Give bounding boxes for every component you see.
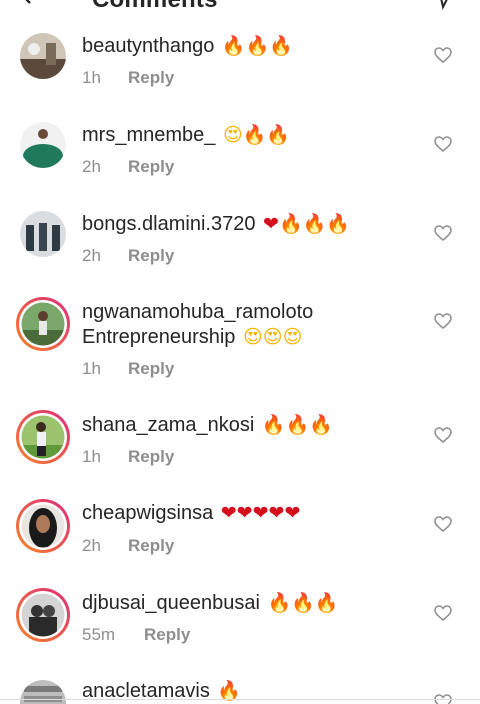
- avatar[interactable]: [15, 296, 71, 352]
- reply-button[interactable]: Reply: [128, 68, 174, 88]
- avatar[interactable]: [20, 33, 66, 79]
- comment-row: mrs_mnembe_ 😍🔥🔥 2h Reply: [0, 119, 480, 199]
- fire-emoji: 🔥🔥🔥: [261, 414, 333, 436]
- comment-time: 2h: [82, 157, 101, 176]
- fire-emoji: 🔥🔥🔥: [267, 592, 339, 614]
- heart-icon[interactable]: [434, 516, 452, 532]
- comment-row: djbusai_queenbusai 🔥🔥🔥 55m Reply: [0, 585, 480, 665]
- reply-button[interactable]: Reply: [144, 625, 190, 645]
- heart-icon[interactable]: [434, 427, 452, 443]
- comment-text: Entrepreneurship 😍😍😍: [82, 326, 303, 348]
- avatar[interactable]: [20, 122, 66, 168]
- emoji-reaction: 😍😍😍: [243, 326, 303, 348]
- comment-username[interactable]: djbusai_queenbusai 🔥🔥🔥: [82, 591, 338, 615]
- heart-icon[interactable]: [434, 313, 452, 329]
- reply-button[interactable]: Reply: [128, 536, 174, 556]
- back-arrow-icon[interactable]: [18, 0, 36, 4]
- comment-time: 1h: [82, 359, 101, 378]
- comment-username[interactable]: beautynthango 🔥🔥🔥: [82, 34, 293, 58]
- heart-icon[interactable]: [434, 225, 452, 241]
- comment-time: 2h: [82, 246, 101, 265]
- avatar[interactable]: [20, 680, 66, 704]
- comment-time: 2h: [82, 536, 101, 555]
- reply-button[interactable]: Reply: [128, 359, 174, 379]
- page-title: Comments: [92, 0, 218, 12]
- comment-time: 55m: [82, 625, 116, 644]
- comment-row: cheapwigsinsa ❤❤❤❤❤ 2h Reply: [0, 496, 480, 576]
- comment-row: shana_zama_nkosi 🔥🔥🔥 1h Reply: [0, 407, 480, 487]
- emoji-reaction: ❤🔥🔥🔥: [263, 213, 350, 235]
- fire-emoji: 🔥🔥🔥: [221, 35, 293, 57]
- heart-icon[interactable]: [434, 605, 452, 621]
- comment-time: 1h: [82, 68, 101, 87]
- comment-username[interactable]: cheapwigsinsa ❤❤❤❤❤: [82, 502, 300, 525]
- heart-emoji: ❤❤❤❤❤: [220, 502, 301, 524]
- comment-row: ngwanamohuba_ramoloto Entrepreneurship 😍…: [0, 293, 480, 401]
- reply-button[interactable]: Reply: [128, 447, 174, 467]
- comment-username[interactable]: shana_zama_nkosi 🔥🔥🔥: [82, 413, 333, 437]
- heart-icon[interactable]: [434, 47, 452, 63]
- comments-header: Comments: [0, 0, 480, 12]
- comment-time: 1h: [82, 447, 101, 466]
- reply-button[interactable]: Reply: [128, 157, 174, 177]
- heart-icon[interactable]: [434, 136, 452, 152]
- avatar[interactable]: [15, 409, 71, 465]
- comment-username[interactable]: bongs.dlamini.3720 ❤🔥🔥🔥: [82, 212, 350, 236]
- send-icon[interactable]: [430, 0, 454, 10]
- divider: [0, 699, 480, 700]
- avatar[interactable]: [15, 587, 71, 643]
- comment-row: bongs.dlamini.3720 ❤🔥🔥🔥 2h Reply: [0, 208, 480, 288]
- avatar[interactable]: [15, 498, 71, 554]
- comment-username[interactable]: mrs_mnembe_ 😍🔥🔥: [82, 123, 290, 147]
- reply-button[interactable]: Reply: [128, 246, 174, 266]
- avatar[interactable]: [20, 211, 66, 257]
- emoji-reaction: 😍🔥🔥: [222, 124, 291, 146]
- comment-username[interactable]: ngwanamohuba_ramoloto: [82, 301, 313, 324]
- comment-row: beautynthango 🔥🔥🔥 1h Reply: [0, 30, 480, 110]
